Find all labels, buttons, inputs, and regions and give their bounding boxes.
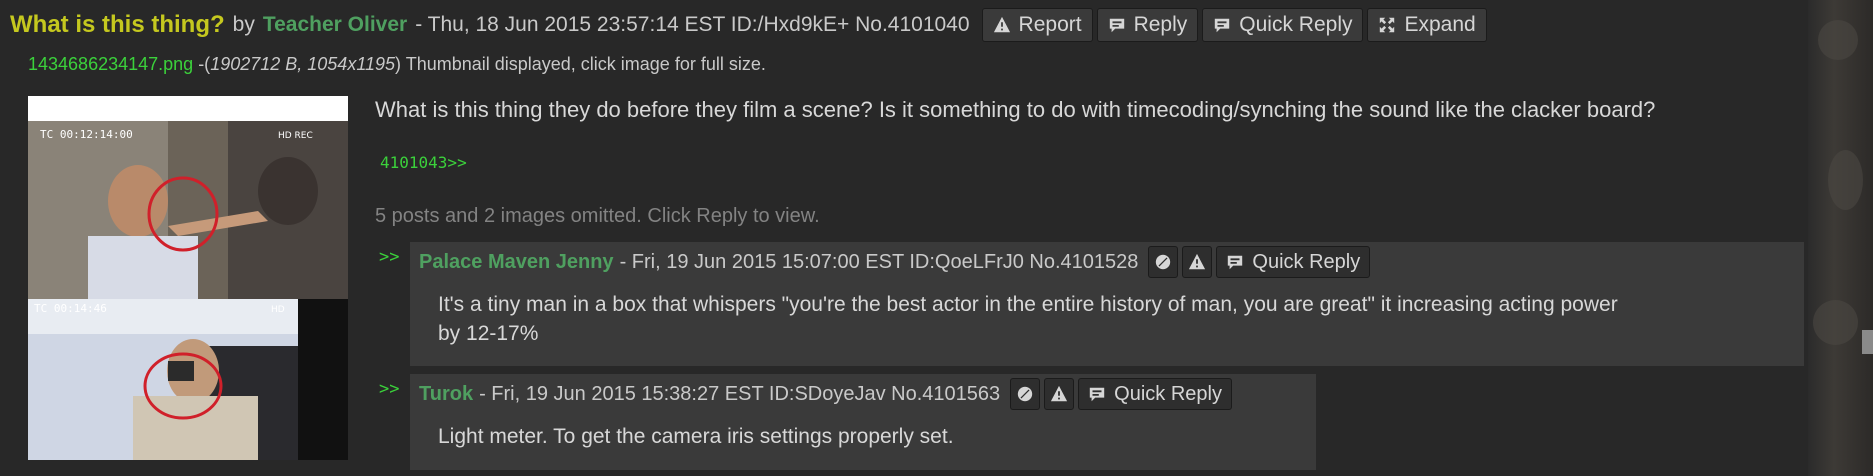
page-background-art (1808, 0, 1873, 476)
report-button[interactable]: Report (981, 8, 1093, 42)
thumbnail-image: TC 00:12:14:00 HD REC TC 00:14:46 HD (28, 96, 348, 460)
comment-icon (1089, 387, 1105, 402)
reply-arrow: >> (379, 247, 400, 267)
by-label: by (232, 13, 255, 36)
report-button[interactable] (1044, 378, 1075, 410)
backlink[interactable]: 4101043>> (380, 153, 467, 172)
post-meta[interactable]: - Thu, 18 Jun 2015 23:57:14 EST ID:/Hxd9… (415, 13, 969, 37)
expand-icon (1380, 17, 1395, 33)
quick-reply-label: Quick Reply (1239, 13, 1353, 36)
background-decoration (1813, 300, 1858, 345)
block-icon (1017, 386, 1033, 402)
post-subject: What is this thing? (10, 11, 225, 38)
comment-icon (1228, 255, 1243, 270)
reply-header: Turok - Fri, 19 Jun 2015 15:38:27 EST ID… (410, 374, 1316, 414)
thread-container: What is this thing? by Teacher Oliver - … (0, 0, 1808, 476)
comment-icon (1109, 18, 1124, 33)
reply-message-line: by 12-17% (438, 322, 539, 345)
file-size: 1902712 B, 1054x1195 (210, 54, 396, 74)
background-decoration (1818, 20, 1858, 60)
file-info-rest: ) Thumbnail displayed, click image for f… (395, 54, 766, 74)
quick-reply-button[interactable]: Quick Reply (1216, 246, 1371, 278)
quick-reply-button[interactable]: Quick Reply (1202, 8, 1364, 42)
poster-name: Turok (419, 382, 474, 405)
quick-reply-label: Quick Reply (1114, 382, 1222, 405)
poster-name: Teacher Oliver (262, 13, 408, 36)
reply-message: Light meter. To get the camera iris sett… (410, 414, 1316, 451)
post-meta[interactable]: - Fri, 19 Jun 2015 15:38:27 EST ID:SDoye… (479, 383, 1000, 406)
report-button[interactable] (1182, 246, 1213, 278)
report-label: Report (1018, 13, 1082, 36)
expand-button[interactable]: Expand (1367, 8, 1487, 42)
omitted-notice: 5 posts and 2 images omitted. Click Repl… (375, 205, 820, 227)
hide-button[interactable] (1148, 246, 1179, 278)
reply-button[interactable]: Reply (1096, 8, 1199, 42)
scrollbar-thumb[interactable] (1862, 330, 1873, 354)
background-decoration (1828, 150, 1863, 210)
block-icon (1156, 254, 1171, 270)
hide-button[interactable] (1010, 378, 1041, 410)
reply-arrow: >> (379, 379, 400, 399)
warning-icon (1051, 385, 1068, 402)
op-message: What is this thing they do before they f… (375, 97, 1656, 122)
top-rec-indicator: HD REC (278, 131, 313, 141)
file-link[interactable]: 1434686234147.png (28, 54, 193, 74)
file-info-dash: -( (193, 54, 211, 74)
bottom-hd-indicator: HD (271, 305, 285, 315)
top-timecode: TC 00:12:14:00 (40, 128, 133, 141)
poster-name: Palace Maven Jenny (419, 250, 614, 273)
post-thumbnail[interactable]: TC 00:12:14:00 HD REC TC 00:14:46 HD (28, 96, 348, 460)
reply-header: Palace Maven Jenny - Fri, 19 Jun 2015 15… (410, 242, 1804, 282)
quick-reply-label: Quick Reply (1252, 250, 1361, 273)
post-meta[interactable]: - Fri, 19 Jun 2015 15:07:00 EST ID:QoeLF… (620, 251, 1139, 274)
warning-icon (993, 16, 1010, 33)
reply-message: It's a tiny man in a box that whispers "… (410, 282, 1804, 348)
bottom-timecode: TC 00:14:46 (34, 302, 107, 315)
expand-label: Expand (1404, 13, 1476, 36)
file-info: 1434686234147.png -(1902712 B, 1054x1195… (28, 54, 766, 75)
reply-post: Turok - Fri, 19 Jun 2015 15:38:27 EST ID… (410, 374, 1316, 470)
reply-message-line: Light meter. To get the camera iris sett… (438, 425, 954, 448)
reply-post: Palace Maven Jenny - Fri, 19 Jun 2015 15… (410, 242, 1804, 366)
warning-icon (1189, 253, 1206, 270)
comment-icon (1215, 18, 1230, 33)
quick-reply-button[interactable]: Quick Reply (1078, 378, 1232, 410)
reply-label: Reply (1133, 13, 1188, 36)
op-header: What is this thing? by Teacher Oliver - … (10, 7, 1487, 43)
reply-message-line: It's a tiny man in a box that whispers "… (438, 293, 1618, 316)
